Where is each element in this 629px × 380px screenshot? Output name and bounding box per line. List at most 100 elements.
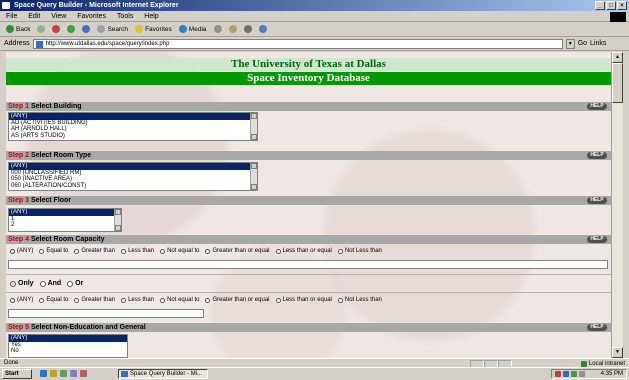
- list-item[interactable]: AS (ARTS STUDIO): [9, 133, 257, 140]
- step-3-header: Step 3 Select Floor HELP: [6, 196, 611, 205]
- volume-icon[interactable]: [579, 371, 585, 377]
- list-item[interactable]: 060 (ALTERATION/CONST): [9, 183, 257, 190]
- listbox-scrollbar[interactable]: [114, 209, 121, 231]
- help-button-step-4[interactable]: HELP: [587, 236, 607, 243]
- desktop-quicklaunch-icon[interactable]: [60, 370, 67, 377]
- status-bar: Done Local intranet: [0, 358, 629, 368]
- radio-or[interactable]: Or: [67, 280, 83, 287]
- radio-greater-than-2[interactable]: Greater than: [74, 297, 115, 303]
- refresh-button[interactable]: [65, 23, 77, 35]
- search-button[interactable]: Search: [95, 23, 130, 35]
- help-button-step-1[interactable]: HELP: [587, 103, 607, 110]
- edit-button[interactable]: [257, 23, 269, 35]
- tray-icon[interactable]: [571, 371, 577, 377]
- list-item[interactable]: No: [9, 348, 127, 355]
- page-vertical-scrollbar[interactable]: ▲ ▼: [611, 52, 623, 358]
- radio-and[interactable]: And: [39, 280, 61, 287]
- capacity-value-field-1[interactable]: [8, 260, 608, 269]
- list-item[interactable]: 2: [9, 222, 121, 229]
- menu-help[interactable]: Help: [144, 13, 158, 20]
- radio-less-equal-2[interactable]: Less than or equal: [275, 297, 332, 303]
- ie-quicklaunch-icon[interactable]: [40, 370, 47, 377]
- logic-operator-group: Only And Or: [10, 280, 83, 287]
- step-5-label: Select Non-Education and General: [30, 324, 146, 331]
- radio-equal-to-2[interactable]: Equal to: [39, 297, 68, 303]
- address-dropdown-button[interactable]: ▼: [565, 38, 575, 49]
- print-button[interactable]: [242, 23, 254, 35]
- refresh-icon: [67, 25, 76, 33]
- windows-logo-throbber: [610, 12, 626, 22]
- radio-any[interactable]: (ANY): [10, 248, 33, 254]
- outlook-quicklaunch-icon[interactable]: [50, 370, 57, 377]
- media-quicklaunch-icon[interactable]: [70, 370, 77, 377]
- radio-not-less-than[interactable]: Not Less than: [337, 248, 382, 254]
- radio-greater-than[interactable]: Greater than: [74, 248, 115, 254]
- capacity-operator-group-1: (ANY) Equal to Greater than Less than No…: [10, 248, 382, 254]
- address-bar: Address http://www.utdallas.edu/space/qu…: [0, 37, 629, 51]
- help-button-step-5[interactable]: HELP: [587, 324, 607, 331]
- page-icon: [35, 40, 43, 48]
- listbox-scrollbar[interactable]: [250, 113, 257, 140]
- radio-greater-equal-2[interactable]: Greater than or equal: [205, 297, 270, 303]
- tray-icon[interactable]: [555, 371, 561, 377]
- search-icon: [97, 25, 106, 33]
- menu-file[interactable]: File: [6, 13, 17, 20]
- minimize-button[interactable]: _: [595, 1, 605, 10]
- scroll-thumb[interactable]: [612, 63, 623, 103]
- radio-greater-equal[interactable]: Greater than or equal: [205, 248, 270, 254]
- home-button[interactable]: [80, 23, 92, 35]
- separator: [6, 274, 611, 275]
- non-education-listbox[interactable]: (ANY) Yes No: [8, 334, 128, 358]
- taskbar-ie-window[interactable]: Space Query Builder - Mi...: [118, 369, 208, 379]
- window-title: Space Query Builder - Microsoft Internet…: [14, 2, 179, 9]
- radio-equal-to[interactable]: Equal to: [39, 248, 68, 254]
- step-3-label: Select Floor: [30, 197, 72, 204]
- scroll-up-button[interactable]: ▲: [612, 52, 623, 63]
- clock: 4:35 PM: [600, 371, 623, 377]
- scroll-down-button[interactable]: ▼: [612, 347, 623, 358]
- radio-only[interactable]: Only: [10, 280, 34, 287]
- app-quicklaunch-icon[interactable]: [80, 370, 87, 377]
- radio-less-than[interactable]: Less than: [121, 248, 154, 254]
- floor-listbox[interactable]: (ANY) 1 2: [8, 208, 122, 232]
- radio-less-than-2[interactable]: Less than: [121, 297, 154, 303]
- go-button[interactable]: Go: [578, 40, 587, 47]
- radio-less-equal[interactable]: Less than or equal: [275, 248, 332, 254]
- step-5-header: Step 5 Select Non-Education and General …: [6, 323, 611, 332]
- menu-view[interactable]: View: [51, 13, 66, 20]
- help-button-step-3[interactable]: HELP: [587, 197, 607, 204]
- window-title-bar[interactable]: Space Query Builder - Microsoft Internet…: [0, 0, 629, 11]
- capacity-value-field-2[interactable]: [8, 309, 204, 318]
- help-button-step-2[interactable]: HELP: [587, 152, 607, 159]
- favorites-button[interactable]: Favorites: [133, 23, 174, 35]
- back-arrow-icon: [6, 25, 14, 33]
- step-4-label: Select Room Capacity: [30, 236, 105, 243]
- radio-not-less-than-2[interactable]: Not Less than: [337, 297, 382, 303]
- back-button[interactable]: Back: [4, 23, 32, 35]
- address-input[interactable]: http://www.utdallas.edu/space/query/inde…: [32, 38, 563, 49]
- tray-icon[interactable]: [563, 371, 569, 377]
- close-button[interactable]: ×: [617, 1, 627, 10]
- menu-favorites[interactable]: Favorites: [77, 13, 106, 20]
- menu-edit[interactable]: Edit: [28, 13, 40, 20]
- maximize-button[interactable]: □: [606, 1, 616, 10]
- building-listbox[interactable]: (ANY) AD (ACTIVITIES BUILDING) AH (ARNOL…: [8, 112, 258, 141]
- stop-button[interactable]: [50, 23, 62, 35]
- mail-button[interactable]: [227, 23, 239, 35]
- radio-not-equal-2[interactable]: Not equal to: [160, 297, 199, 303]
- history-button[interactable]: [212, 23, 224, 35]
- links-button[interactable]: Links: [590, 40, 606, 47]
- menu-bar: File Edit View Favorites Tools Help: [0, 11, 629, 22]
- radio-any-2[interactable]: (ANY): [10, 297, 33, 303]
- room-type-listbox[interactable]: (ANY) 000 (UNCLASSIFIED RM) 050 (INACTIV…: [8, 162, 258, 191]
- standard-toolbar: Back Search Favorites Media: [0, 22, 629, 37]
- step-4-header: Step 4 Select Room Capacity HELP: [6, 235, 611, 244]
- listbox-scrollbar[interactable]: [250, 163, 257, 190]
- media-button[interactable]: Media: [177, 23, 209, 35]
- ie-app-icon: [2, 2, 10, 9]
- start-button[interactable]: Start: [2, 369, 32, 379]
- menu-tools[interactable]: Tools: [117, 13, 133, 20]
- radio-not-equal[interactable]: Not equal to: [160, 248, 199, 254]
- forward-arrow-icon: [37, 25, 46, 33]
- forward-button[interactable]: [35, 23, 47, 35]
